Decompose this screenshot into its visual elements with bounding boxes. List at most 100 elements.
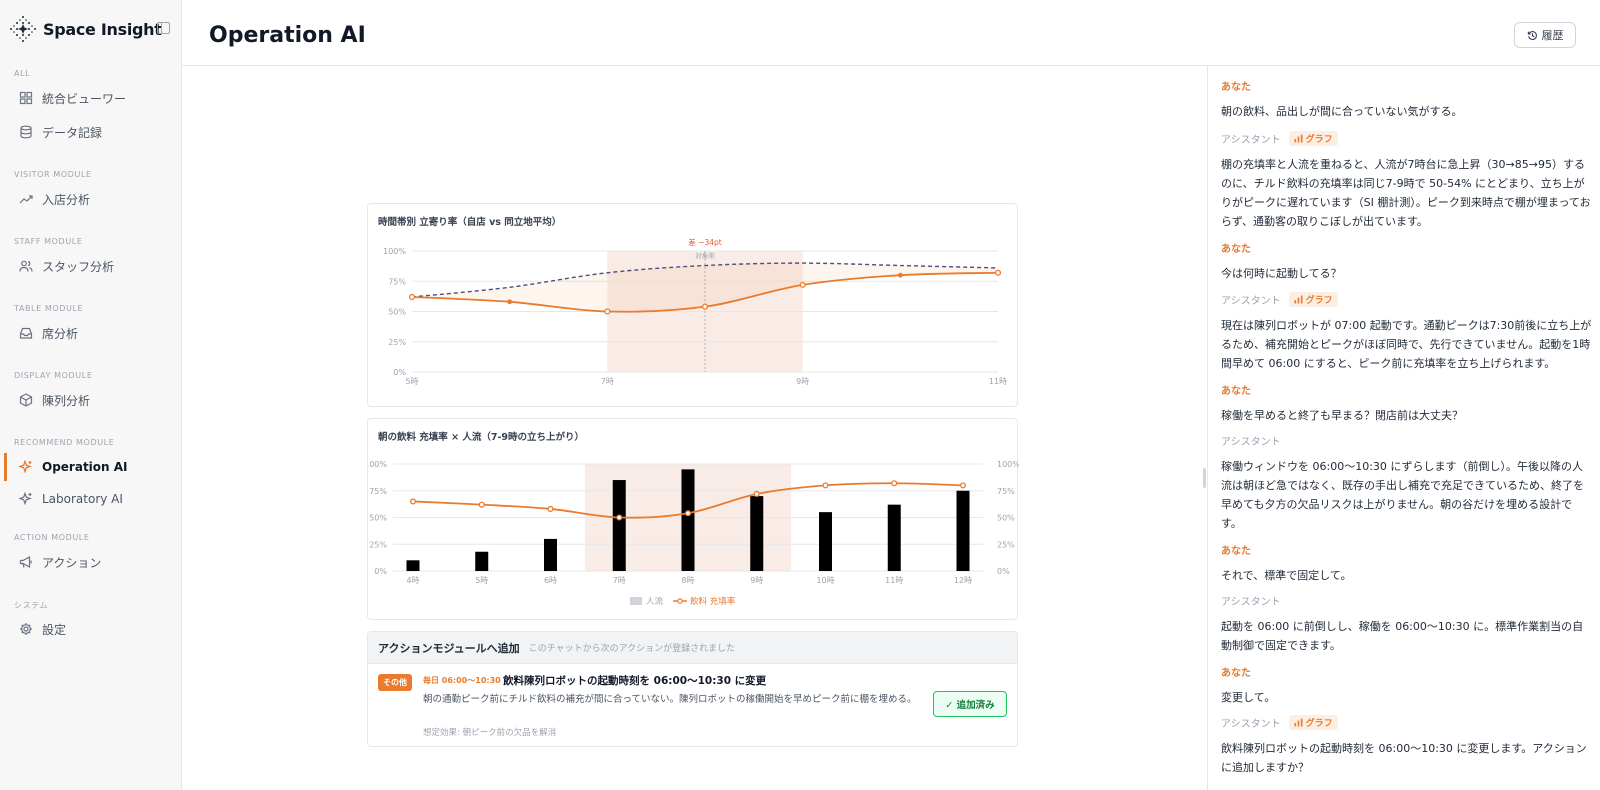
message-text: 起動を 06:00 に前倒しし、稼働を 06:00〜10:30 に。標準作業割当… [1221,620,1584,652]
chat-message-assistant: アシスタント 稼働ウィンドウを 06:00〜10:30 にずらします（前倒し）。… [1221,433,1593,533]
sidebar-item-label: 席分析 [42,326,79,341]
y-tick-label-right: 100% [997,460,1019,469]
role-label: あなた [1221,82,1251,93]
graph-chip[interactable]: グラフ [1288,715,1338,730]
sparkle-icon [19,492,32,506]
message-text: それで、標準で固定して。 [1221,569,1352,582]
line-chart-visit-rate: 0% 25% 50% 75% 100% 5時 7時 9時 11時 差 −34pt 対象帯 [383,237,1007,386]
added-button[interactable]: ✓ 追加済み [933,691,1007,717]
action-schedule: 毎日 06:00〜10:30 [423,676,501,685]
data-point [547,505,554,512]
x-tick-label: 10時 [816,576,834,585]
data-point [616,514,623,521]
chat-message-user: あなた 朝の飲料、品出しが間に合っていない気がする。 [1221,78,1593,121]
y-tick-label: 25% [388,338,406,347]
x-tick-label: 5時 [475,576,488,585]
bar [887,504,901,571]
sidebar-item-seat-analysis[interactable]: 席分析 [4,319,176,347]
bar [750,496,764,571]
sidebar-item-display-analysis[interactable]: 陳列分析 [4,386,176,414]
y-tick-label-right: 0% [997,567,1010,576]
chat-panel: あなた 朝の飲料、品出しが間に合っていない気がする。 アシスタント グラフ 棚の充… [1207,66,1600,790]
data-point [753,490,760,498]
data-point [409,498,417,505]
bar [406,560,420,571]
page-title: Operation AI [209,23,366,48]
chat-message-assistant: アシスタント 起動を 06:00 に前倒しし、稼働を 06:00〜10:30 に… [1221,593,1593,655]
message-text: 朝の飲料、品出しが間に合っていない気がする。 [1221,105,1463,118]
data-point [799,281,806,288]
graph-chip[interactable]: グラフ [1288,292,1338,307]
x-tick-label: 6時 [544,576,557,585]
message-text: 変更して。 [1221,691,1276,704]
y-tick-label-right: 25% [997,540,1015,549]
sidebar-item-settings[interactable]: 設定 [4,615,176,643]
message-text: 棚の充填率と人流を重ねると、人流が7時台に急上昇（30→85→95）するのに、チ… [1221,158,1591,228]
section-label-table: TABLE MODULE [14,304,84,313]
bar-chart-icon [1294,295,1303,304]
sidebar-item-label: Laboratory AI [42,492,123,506]
sidebar-item-visitor-analysis[interactable]: 入店分析 [4,185,176,213]
sidebar-item-label: 統合ビューワー [42,91,127,106]
x-tick-label: 5時 [405,377,418,386]
sidebar-item-laboratory-ai[interactable]: Laboratory AI [4,485,176,513]
megaphone-icon [19,555,32,569]
action-title: 飲料陳列ロボットの起動時刻を 06:00〜10:30 に変更 [503,675,767,687]
bar-chart-icon [1294,718,1303,727]
x-tick-label: 4時 [406,576,419,585]
graph-chip[interactable]: グラフ [1288,131,1338,146]
sidebar-item-action[interactable]: アクション [4,548,176,576]
y-tick-label-left: 0% [374,567,387,576]
sidebar-item-viewer[interactable]: 統合ビューワー [4,84,176,112]
bar [612,480,626,571]
data-point [822,482,829,489]
message-text: 稼働ウィンドウを 06:00〜10:30 にずらします（前倒し）。午後以降の人流… [1221,460,1584,530]
y-tick-label: 100% [383,247,406,256]
history-label: 履歴 [1541,29,1564,42]
history-button[interactable]: 履歴 [1514,22,1576,48]
inbox-icon [19,327,33,339]
database-icon [20,125,32,139]
sidebar-item-staff-analysis[interactable]: スタッフ分析 [4,252,176,280]
y-tick-label-left: 100% [368,460,387,469]
grid-icon [19,91,33,105]
role-label: あなた [1221,546,1251,557]
section-label-staff: STAFF MODULE [14,237,83,246]
role-label: あなた [1221,668,1251,679]
data-point [891,480,898,487]
sidebar-item-label: アクション [42,555,102,570]
sparkle-icon [19,460,32,474]
chat-message-user: あなた 変更して。 [1221,664,1593,707]
role-label: アシスタント [1221,719,1281,730]
logo[interactable]: Space Insight [8,12,174,46]
data-point [478,501,485,508]
action-card-subtitle: このチャットから次のアクションが登録されました [528,644,736,654]
action-description: 朝の通勤ピーク前にチルド飲料の補充が間に合っていない。陳列ロボットの稼働開始を早… [423,694,917,705]
legend-label: 人流 [646,596,664,607]
data-point [604,308,611,315]
sidebar-item-data-records[interactable]: データ記録 [4,118,176,146]
x-tick-label: 12時 [954,576,972,585]
x-tick-label: 7時 [613,576,626,585]
data-point [507,299,513,305]
action-card: アクションモジュールへ追加 このチャットから次のアクションが登録されました その… [367,631,1018,747]
legend-swatch-point [677,598,683,604]
role-label: アシスタント [1221,597,1281,608]
y-tick-label-left: 75% [369,487,387,496]
y-tick-label: 50% [388,308,406,317]
annotation-label: 差 −34pt [688,237,721,247]
sidebar-collapse-icon[interactable] [157,22,170,34]
data-point [701,303,709,310]
section-label-action: ACTION MODULE [14,533,90,542]
role-label: アシスタント [1221,296,1281,307]
data-point [994,269,1002,276]
sidebar-item-operation-ai[interactable]: Operation AI [4,453,176,481]
gear-icon [20,623,32,635]
panel-resize-handle[interactable] [1203,468,1206,488]
x-tick-label: 11時 [989,377,1007,386]
bar-chart-icon [1294,134,1303,143]
legend-swatch-bar [630,597,642,605]
data-point [959,482,967,489]
message-text: 飲料陳列ロボットの起動時刻を 06:00〜10:30 に変更します。アクションに… [1221,742,1587,774]
action-effect: 想定効果: 朝ピーク前の欠品を解消 [423,728,557,738]
